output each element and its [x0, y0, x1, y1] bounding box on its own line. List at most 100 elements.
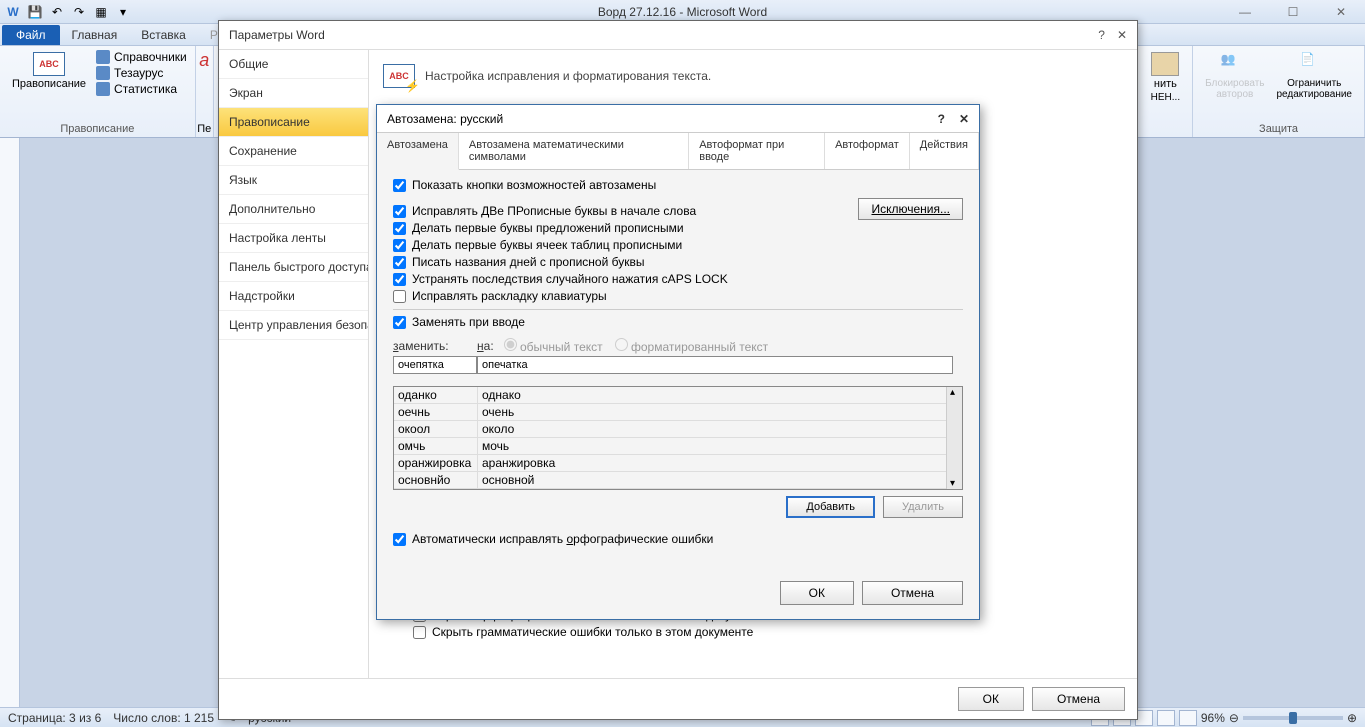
abc-icon: ⚡	[383, 64, 415, 88]
group-trunc-right: нить НЕН...	[1139, 46, 1193, 137]
protect-group-label: Защита	[1259, 123, 1298, 135]
sidebar-item[interactable]: Экран	[219, 79, 368, 108]
autocorrect-tab[interactable]: Автоформат при вводе	[689, 133, 825, 169]
replace-section: заменить: на: обычный текст форматирован…	[393, 338, 963, 518]
show-buttons-checkbox[interactable]: Показать кнопки возможностей автозамены	[393, 178, 963, 192]
redo-icon[interactable]: ↷	[70, 3, 88, 21]
add-button[interactable]: Добавить	[786, 496, 875, 518]
authors-icon: 👥	[1221, 52, 1249, 76]
stats-icon	[96, 82, 110, 96]
autocorrect-body: Показать кнопки возможностей автозамены …	[377, 170, 979, 571]
exceptions-button[interactable]: Исключения...	[858, 198, 963, 220]
sidebar-item[interactable]: Панель быстрого доступа	[219, 253, 368, 282]
help-icon[interactable]: ?	[1098, 28, 1105, 42]
spellcheck-label: Правописание	[12, 78, 86, 90]
day-caps-checkbox[interactable]: Писать названия дней с прописной буквы	[393, 255, 963, 269]
options-ok-button[interactable]: ОК	[958, 687, 1024, 711]
file-tab[interactable]: Файл	[2, 25, 60, 45]
abc-icon	[33, 52, 65, 76]
qat-dropdown-icon[interactable]: ▾	[114, 3, 132, 21]
sidebar-item[interactable]: Правописание	[219, 108, 368, 137]
statistics-button[interactable]: Статистика	[96, 82, 177, 96]
thesaurus-button[interactable]: Тезаурус	[96, 66, 163, 80]
options-sidebar: ОбщиеЭкранПравописаниеСохранениеЯзыкДопо…	[219, 50, 369, 678]
word-icon[interactable]: W	[4, 3, 22, 21]
undo-icon[interactable]: ↶	[48, 3, 66, 21]
autocorrect-footer: ОК Отмена	[377, 571, 979, 619]
list-row[interactable]: оданкооднако	[394, 387, 946, 404]
caps-lock-checkbox[interactable]: Устранять последствия случайного нажатия…	[393, 272, 963, 286]
autocorrect-tab[interactable]: Автозамена	[377, 133, 459, 170]
options-footer: ОК Отмена	[219, 678, 1137, 719]
maximize-icon[interactable]: ☐	[1273, 2, 1313, 22]
help-icon[interactable]: ?	[938, 112, 945, 126]
with-input[interactable]	[477, 356, 953, 374]
options-heading: ⚡ Настройка исправления и форматирования…	[383, 64, 1123, 88]
options-dialog-title: Параметры Word ? ✕	[219, 21, 1137, 49]
spellcheck-button[interactable]: Правописание	[8, 50, 90, 92]
replace-on-type-checkbox[interactable]: Заменять при вводе	[393, 315, 963, 329]
sidebar-item[interactable]: Язык	[219, 166, 368, 195]
autocorrect-dialog: Автозамена: русский ? ✕ АвтозаменаАвтоза…	[376, 104, 980, 620]
page-status[interactable]: Страница: 3 из 6	[8, 711, 101, 725]
table-caps-checkbox[interactable]: Делать первые буквы ячеек таблиц прописн…	[393, 238, 963, 252]
tab-home[interactable]: Главная	[60, 25, 130, 45]
list-row[interactable]: оранжировкааранжировка	[394, 455, 946, 472]
list-row[interactable]: окоолоколо	[394, 421, 946, 438]
list-row[interactable]: основнйоосновной	[394, 472, 946, 489]
minimize-icon[interactable]: —	[1225, 2, 1265, 22]
options-cancel-button[interactable]: Отмена	[1032, 687, 1125, 711]
sidebar-item[interactable]: Центр управления безопас	[219, 311, 368, 340]
quick-access-toolbar: W 💾 ↶ ↷ ▦ ▾	[4, 3, 132, 21]
autocorrect-tab[interactable]: Автоформат	[825, 133, 910, 169]
sidebar-item[interactable]: Дополнительно	[219, 195, 368, 224]
list-row[interactable]: оечньочень	[394, 404, 946, 421]
doc-icon	[1151, 52, 1179, 76]
zoom-in-icon[interactable]: ⊕	[1347, 711, 1357, 725]
formatted-text-radio[interactable]: форматированный текст	[615, 338, 769, 354]
close-icon[interactable]: ✕	[1321, 2, 1361, 22]
replace-label: заменить:	[393, 339, 477, 353]
save-icon[interactable]: 💾	[26, 3, 44, 21]
close-icon[interactable]: ✕	[1117, 28, 1127, 42]
group-trunc: a Пе	[196, 46, 214, 137]
sidebar-item[interactable]: Общие	[219, 50, 368, 79]
zoom-slider[interactable]	[1243, 716, 1343, 720]
view-outline[interactable]	[1157, 710, 1175, 726]
ribbon-right: нить НЕН... 👥 Блокировать авторов 📄 Огра…	[1139, 46, 1365, 137]
close-icon[interactable]: ✕	[959, 112, 969, 126]
ok-button[interactable]: ОК	[780, 581, 854, 605]
lock-icon: 📄	[1300, 52, 1328, 76]
trunc-button[interactable]: нить НЕН...	[1147, 50, 1184, 105]
zoom-value[interactable]: 96%	[1201, 711, 1225, 725]
book-icon	[96, 50, 110, 64]
qat-icon[interactable]: ▦	[92, 3, 110, 21]
autocorrect-tab[interactable]: Действия	[910, 133, 979, 169]
word-count[interactable]: Число слов: 1 215	[113, 711, 214, 725]
thesaurus-icon	[96, 66, 110, 80]
autocorrect-tabs: АвтозаменаАвтозамена математическими сим…	[377, 133, 979, 170]
references-button[interactable]: Справочники	[96, 50, 187, 64]
restrict-edit-button[interactable]: 📄 Ограничить редактирование	[1272, 50, 1356, 102]
view-draft[interactable]	[1179, 710, 1197, 726]
tab-insert[interactable]: Вставка	[129, 25, 198, 45]
block-authors-button[interactable]: 👥 Блокировать авторов	[1201, 50, 1268, 102]
replace-input[interactable]	[393, 356, 477, 374]
autocorrect-tab[interactable]: Автозамена математическими символами	[459, 133, 689, 169]
group-label: Правописание	[60, 123, 134, 135]
scrollbar[interactable]	[946, 387, 962, 489]
hide-grammar-checkbox[interactable]: Скрыть грамматические ошибки только в эт…	[413, 625, 765, 639]
autocorrect-title: Автозамена: русский ? ✕	[377, 105, 979, 133]
list-row[interactable]: омчьмочь	[394, 438, 946, 455]
cancel-button[interactable]: Отмена	[862, 581, 963, 605]
replace-list: оданкооднакооечньоченьокоолоколоомчьмочь…	[393, 386, 963, 490]
zoom-out-icon[interactable]: ⊖	[1229, 711, 1239, 725]
auto-spell-checkbox[interactable]: Автоматически исправлять орфографические…	[393, 532, 963, 546]
sentence-caps-checkbox[interactable]: Делать первые буквы предложений прописны…	[393, 221, 963, 235]
sidebar-item[interactable]: Настройка ленты	[219, 224, 368, 253]
sidebar-item[interactable]: Надстройки	[219, 282, 368, 311]
keyboard-layout-checkbox[interactable]: Исправлять раскладку клавиатуры	[393, 289, 963, 303]
sidebar-item[interactable]: Сохранение	[219, 137, 368, 166]
delete-button[interactable]: Удалить	[883, 496, 963, 518]
plain-text-radio[interactable]: обычный текст	[504, 338, 603, 354]
